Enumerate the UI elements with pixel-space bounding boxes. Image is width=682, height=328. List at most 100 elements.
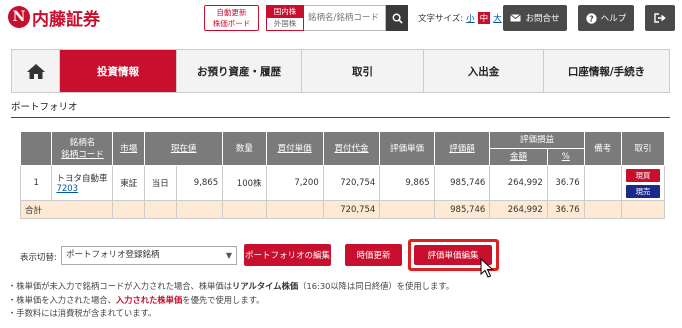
contact-label: お問合せ xyxy=(525,14,560,24)
col-buy-unit-label[interactable]: 買付単価 xyxy=(278,144,312,154)
search-button[interactable] xyxy=(386,5,408,31)
mouse-cursor-icon xyxy=(480,257,494,281)
row-stock: トヨタ自動車 7203 xyxy=(51,165,114,201)
font-size-label: 文字サイズ: xyxy=(418,14,464,24)
refresh-price-button[interactable]: 時価更新 xyxy=(345,244,402,266)
row-quantity: 100株 xyxy=(222,165,267,201)
tab-trade[interactable]: 取引 xyxy=(302,50,424,92)
stock-search-input[interactable] xyxy=(304,5,386,31)
col-pl-group: 評価損益 xyxy=(489,131,585,149)
col-market[interactable]: 市場 xyxy=(112,131,146,166)
col-name-label: 銘柄名 xyxy=(69,137,96,148)
font-size-control: 文字サイズ: 小 中 大 xyxy=(418,12,502,24)
col-no xyxy=(19,131,53,166)
col-buy-amount-label[interactable]: 買付代金 xyxy=(335,144,369,154)
col-eval-unit: 評価単価 xyxy=(379,131,435,166)
col-eval-amount-label[interactable]: 評価額 xyxy=(449,144,475,154)
note-1-c: （16:30以降は同日終値）を使用します。 xyxy=(298,281,455,291)
market-foreign-option[interactable]: 外国株 xyxy=(267,18,303,30)
total-pl-pct: 36.76 xyxy=(546,200,585,219)
row-day: 当日 xyxy=(144,165,177,201)
note-3: ・手数料には消費税が含まれています。 xyxy=(8,308,157,318)
total-empty xyxy=(222,200,267,219)
total-empty xyxy=(583,200,622,219)
view-switch-select[interactable]: ポートフォリオ登録銘柄 ▼ xyxy=(61,246,237,265)
note-2-a: ・株単価を入力された場合、 xyxy=(8,294,116,305)
market-domestic-option[interactable]: 国内株 xyxy=(267,6,303,18)
total-empty xyxy=(265,200,324,219)
col-code-label[interactable]: 銘柄コード xyxy=(53,149,111,161)
edit-portfolio-button[interactable]: ポートフォリオの編集 xyxy=(244,244,331,266)
table-row: 1 トヨタ自動車 7203 東証 当日 9,865 100株 7,200 720… xyxy=(19,165,666,201)
row-no: 1 xyxy=(19,165,53,201)
chevron-down-icon: ▼ xyxy=(225,251,232,260)
total-row: 合計 720,754 985,746 264,992 36.76 xyxy=(19,200,666,219)
stock-name: トヨタ自動車 xyxy=(56,174,108,184)
logo-mark-icon: N xyxy=(8,6,30,28)
col-memo: 備考 xyxy=(583,131,622,166)
total-eval-amount: 985,746 xyxy=(433,200,491,219)
main-nav: 投資情報 お預り資産・履歴 取引 入出金 口座情報/手続き xyxy=(11,49,670,93)
tab-assets-history[interactable]: お預り資産・履歴 xyxy=(177,50,302,92)
page-title: ポートフォリオ xyxy=(11,102,78,113)
row-pl-amount: 264,992 xyxy=(489,165,548,201)
font-size-medium[interactable]: 中 xyxy=(477,12,491,24)
total-pl-amount: 264,992 xyxy=(489,200,548,219)
contact-button[interactable]: お問合せ xyxy=(503,5,567,31)
nav-home[interactable] xyxy=(12,50,60,92)
note-2-b: 入力された株単価 xyxy=(115,294,183,305)
row-eval-unit: 9,865 xyxy=(379,165,435,201)
portfolio-table: 銘柄名 銘柄コード 市場 現在値 数量 買付単価 買付代金 評価単価 評価額 評… xyxy=(19,131,666,219)
total-empty xyxy=(144,200,177,219)
row-market: 東証 xyxy=(112,165,146,201)
mail-icon xyxy=(510,14,522,22)
logout-button[interactable] xyxy=(645,5,675,31)
col-pl-amount[interactable]: 金額 xyxy=(489,148,548,166)
col-price-label[interactable]: 現在値 xyxy=(171,144,197,154)
search-icon xyxy=(392,13,403,24)
logout-icon xyxy=(654,13,666,23)
col-market-label[interactable]: 市場 xyxy=(120,144,137,154)
buy-button[interactable]: 現買 xyxy=(625,168,660,182)
auto-update-line1: 自動更新 xyxy=(216,8,247,17)
col-price[interactable]: 現在値 xyxy=(144,131,224,166)
logo-text: 内藤証券 xyxy=(32,9,100,30)
col-pl-pct-label[interactable]: % xyxy=(562,152,570,162)
col-eval-amount[interactable]: 評価額 xyxy=(433,131,491,166)
help-label: ヘルプ xyxy=(600,14,627,24)
row-buy-amount: 720,754 xyxy=(322,165,381,201)
svg-text:?: ? xyxy=(589,14,594,23)
market-toggle[interactable]: 国内株 外国株 xyxy=(266,5,304,31)
help-button[interactable]: ? ヘルプ xyxy=(578,5,634,31)
view-switch-label: 表示切替: xyxy=(20,253,57,263)
col-pl-amount-label[interactable]: 金額 xyxy=(510,152,527,162)
section-divider xyxy=(11,117,670,118)
note-2-c: を優先で使用します。 xyxy=(182,294,265,305)
stock-code-link[interactable]: 7203 xyxy=(56,184,108,194)
note-2: ・株単価を入力された場合、入力された株単価を優先で使用します。 xyxy=(8,294,454,308)
font-size-small[interactable]: 小 xyxy=(466,12,475,24)
col-stock-name[interactable]: 銘柄名 銘柄コード xyxy=(51,131,114,166)
tab-deposit-withdraw[interactable]: 入出金 xyxy=(424,50,544,92)
row-trade: 現買 現売 xyxy=(620,165,666,201)
tab-account-info[interactable]: 口座情報/手続き xyxy=(544,50,669,92)
logo[interactable]: N 内藤証券 xyxy=(8,6,100,30)
total-label: 合計 xyxy=(19,200,114,219)
row-eval-amount: 985,746 xyxy=(433,165,491,201)
note-1: ・株単価が未入力で銘柄コードが入力された場合、株単価はリアルタイム株価（16:3… xyxy=(8,280,454,294)
tab-investment-info[interactable]: 投資情報 xyxy=(60,50,177,92)
view-switch-value: ポートフォリオ登録銘柄 xyxy=(66,250,160,260)
col-trade: 取引 xyxy=(620,131,666,166)
total-empty xyxy=(620,200,666,219)
font-size-large[interactable]: 大 xyxy=(493,12,502,24)
notes: ・株単価が未入力で銘柄コードが入力された場合、株単価はリアルタイム株価（16:3… xyxy=(8,280,454,321)
col-pl-pct[interactable]: % xyxy=(546,148,585,166)
sell-button[interactable]: 現売 xyxy=(625,184,660,198)
row-memo xyxy=(583,165,622,201)
total-buy-amount: 720,754 xyxy=(322,200,381,219)
total-empty xyxy=(379,200,435,219)
col-buy-unit[interactable]: 買付単価 xyxy=(265,131,324,166)
auto-update-board-button[interactable]: 自動更新 株価ボード xyxy=(204,5,259,31)
note-1-b: リアルタイム株価 xyxy=(232,281,299,291)
col-buy-amount[interactable]: 買付代金 xyxy=(322,131,381,166)
